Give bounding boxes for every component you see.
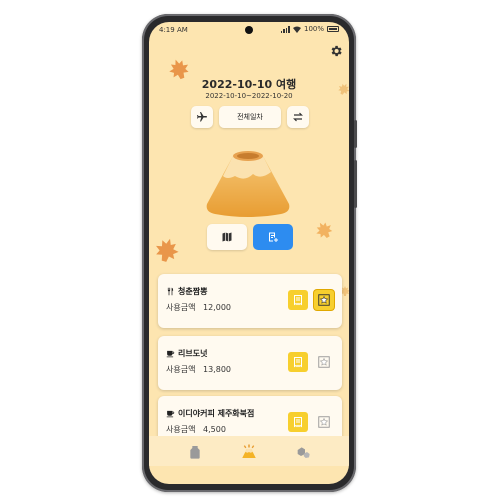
receipt-button[interactable] [288, 352, 308, 372]
front-camera [245, 26, 253, 34]
map-view-button[interactable] [207, 224, 247, 250]
expense-name: 청춘짬뽕 [178, 287, 208, 296]
expense-name-row: 이디야커피 제주화북점 [166, 408, 254, 419]
fork-knife-icon [167, 287, 174, 296]
swap-button[interactable] [287, 106, 309, 128]
phone-side-button [354, 160, 357, 208]
expense-amount-row: 사용금액 12,000 [166, 302, 231, 313]
star-photo-icon [318, 416, 330, 428]
phone-side-button [354, 120, 357, 148]
add-note-icon [269, 232, 278, 242]
expense-name: 리브도넛 [178, 349, 208, 358]
expense-amount-label: 사용금액 [166, 365, 196, 374]
volcano-home-icon [242, 444, 256, 458]
settings-gear-icon[interactable] [329, 44, 343, 58]
swap-arrows-icon [293, 112, 303, 122]
receipt-icon [294, 417, 302, 428]
expense-amount: 4,500 [203, 425, 226, 434]
wifi-icon [292, 26, 301, 33]
signal-icon [280, 25, 290, 33]
day-selector-button[interactable]: 전체일차 [219, 106, 281, 128]
expense-name: 이디야커피 제주화북점 [178, 409, 255, 418]
coffee-cup-icon [166, 410, 175, 418]
app-screen: 4:19 AM 100% 2022-10-10 여행 2022-10-10~20… [149, 22, 349, 484]
volcano-illustration [206, 151, 290, 217]
receipt-button[interactable] [288, 412, 308, 432]
airplane-icon [197, 112, 207, 122]
status-time: 4:19 AM [159, 26, 188, 34]
battery-percent: 100% [303, 25, 324, 33]
expense-amount-label: 사용금액 [166, 303, 196, 312]
stones-icon [297, 447, 310, 458]
expense-amount-row: 사용금액 13,800 [166, 364, 231, 375]
status-indicators: 100% [280, 25, 339, 33]
photo-star-button[interactable] [314, 412, 334, 432]
status-bar: 4:19 AM 100% [149, 22, 349, 38]
expense-name-row: 청춘짬뽕 [166, 286, 207, 297]
flight-button[interactable] [191, 106, 213, 128]
bottom-navigation [149, 436, 349, 466]
receipt-button[interactable] [288, 290, 308, 310]
expense-amount: 13,800 [203, 365, 231, 374]
receipt-icon [294, 357, 302, 368]
receipt-icon [294, 295, 302, 306]
expense-amount: 12,000 [203, 303, 231, 312]
nav-item-home[interactable] [239, 442, 259, 462]
star-photo-icon [318, 294, 330, 306]
nav-item-stones[interactable] [293, 442, 313, 462]
expense-card[interactable]: 청춘짬뽕 사용금액 12,000 [158, 274, 342, 328]
maple-leaf-icon [156, 238, 179, 262]
maple-leaf-icon [316, 222, 333, 239]
trip-date-range: 2022-10-10~2022-10-20 [205, 92, 293, 100]
jar-icon [190, 446, 200, 459]
star-photo-icon [318, 356, 330, 368]
photo-star-button[interactable] [314, 352, 334, 372]
map-icon [222, 232, 232, 242]
add-expense-button[interactable] [253, 224, 293, 250]
expense-amount-row: 사용금액 4,500 [166, 424, 226, 435]
coffee-cup-icon [166, 350, 175, 358]
expense-name-row: 리브도넛 [166, 348, 207, 359]
trip-title: 2022-10-10 여행 [201, 78, 297, 91]
photo-star-button[interactable] [314, 290, 334, 310]
nav-item-jar[interactable] [185, 442, 205, 462]
battery-icon [327, 26, 339, 32]
day-selector-label: 전체일차 [237, 113, 263, 121]
expense-card[interactable]: 리브도넛 사용금액 13,800 [158, 336, 342, 390]
expense-amount-label: 사용금액 [166, 425, 196, 434]
